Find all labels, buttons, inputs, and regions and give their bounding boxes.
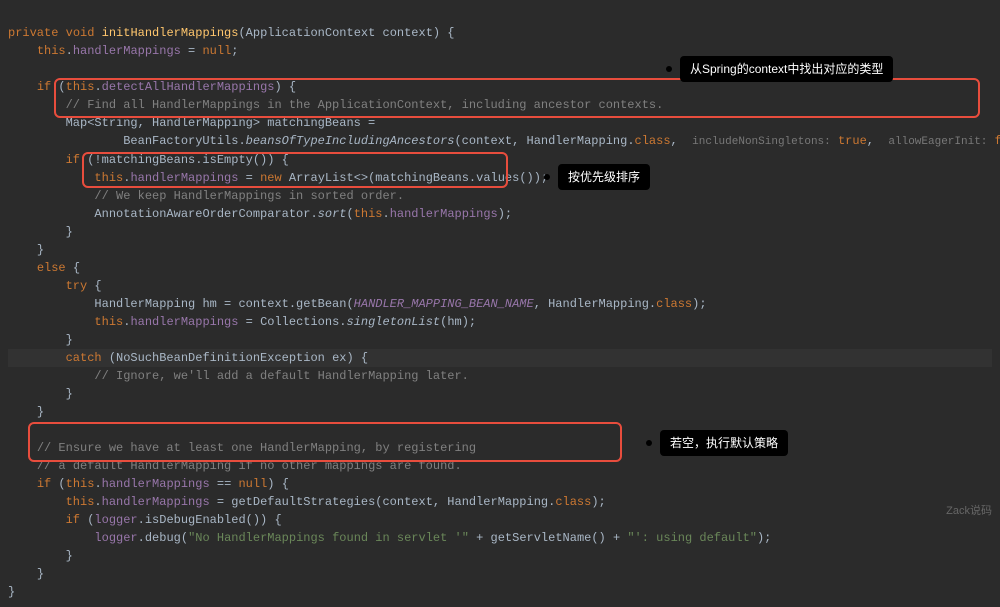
comment: // Ignore, we'll add a default HandlerMa…	[94, 369, 468, 383]
annotation-3: 若空，执行默认策略	[660, 430, 788, 456]
kw-this: this	[37, 44, 66, 58]
param-hint: allowEagerInit:	[888, 136, 987, 148]
comment: // Find all HandlerMappings in the Appli…	[66, 98, 664, 112]
field: detectAllHandlerMappings	[102, 80, 275, 94]
annotation-1: 从Spring的context中找出对应的类型	[680, 56, 893, 82]
constant: HANDLER_MAPPING_BEAN_NAME	[354, 297, 534, 311]
method-name: initHandlerMappings	[102, 26, 239, 40]
kw-try: try	[66, 279, 88, 293]
params: (ApplicationContext context) {	[238, 26, 454, 40]
param-hint: includeNonSingletons:	[692, 136, 831, 148]
watermark: Zack说码	[946, 503, 992, 520]
kw-if: if	[37, 80, 51, 94]
comment: // We keep HandlerMappings in sorted ord…	[94, 189, 404, 203]
comment: // a default HandlerMapping if no other …	[37, 459, 462, 473]
kw-null: null	[202, 44, 231, 58]
string: "No HandlerMappings found in servlet '"	[188, 531, 469, 545]
kw-catch: catch	[66, 351, 102, 365]
string: "': using default"	[627, 531, 757, 545]
comment: // Ensure we have at least one HandlerMa…	[37, 441, 476, 455]
kw-void: void	[66, 26, 95, 40]
annotation-2: 按优先级排序	[558, 164, 650, 190]
code-editor[interactable]: private void initHandlerMappings(Applica…	[0, 0, 1000, 607]
field: handlerMappings	[73, 44, 181, 58]
kw-private: private	[8, 26, 58, 40]
code-text: Map<String, HandlerMapping> matchingBean…	[66, 116, 376, 130]
static-method: beansOfTypeIncludingAncestors	[246, 134, 455, 148]
kw-else: else	[37, 261, 66, 275]
